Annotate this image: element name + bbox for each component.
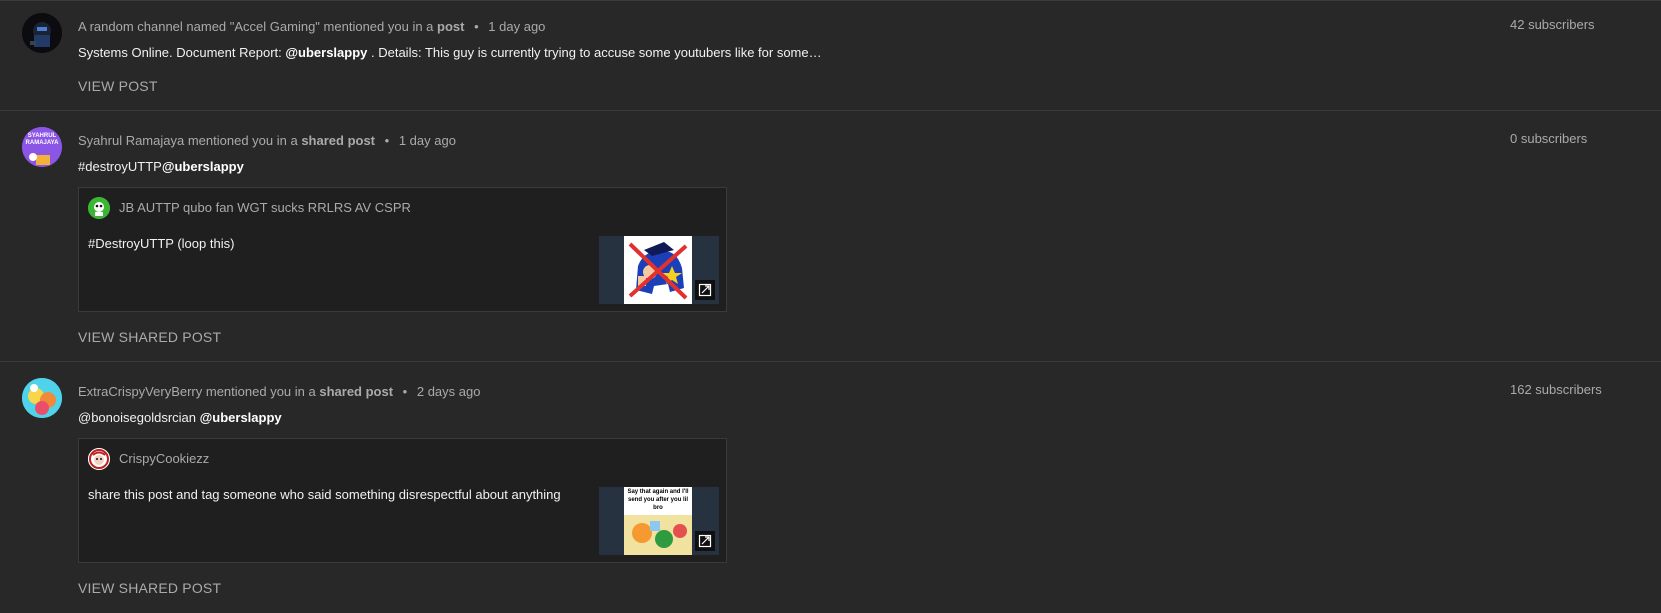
channel-avatar[interactable]: SYAHRUL RAMAJAYA [22, 127, 62, 167]
thumbnail-image [624, 236, 692, 304]
notification-target[interactable]: post [437, 19, 464, 34]
subscriber-count: 162 subscribers [1510, 382, 1602, 397]
mention-link[interactable]: @uberslappy [200, 410, 282, 425]
avatar-text: SYAHRUL RAMAJAYA [25, 133, 59, 146]
notification-meta: A random channel named "Accel Gaming" me… [78, 19, 545, 34]
shared-post-text: share this post and tag someone who said… [88, 487, 561, 502]
notification-body: @bonoisegoldsrcian @uberslappy [78, 410, 282, 425]
shared-post-text: #DestroyUTTP (loop this) [88, 236, 235, 251]
shared-post-card[interactable]: CrispyCookiezz share this post and tag s… [78, 438, 727, 563]
notification-time: 1 day ago [398, 133, 456, 148]
body-text-after: . Details: This guy is currently trying … [367, 45, 822, 60]
shared-post-author[interactable]: CrispyCookiezz [119, 451, 209, 466]
subscriber-count: 0 subscribers [1510, 131, 1588, 146]
shared-post-thumbnail[interactable] [599, 236, 719, 304]
channel-avatar[interactable] [22, 13, 62, 53]
shared-post-card[interactable]: JB AUTTP qubo fan WGT sucks RRLRS AV CSP… [78, 187, 727, 312]
meta-separator: • [474, 19, 479, 34]
view-shared-post-button[interactable]: VIEW SHARED POST [78, 580, 221, 596]
body-text-before: Systems Online. Document Report: [78, 45, 286, 60]
notification-action: mentioned you in a [187, 133, 298, 148]
body-text-before[interactable]: @bonoisegoldsrcian [78, 410, 200, 425]
shared-post-author[interactable]: JB AUTTP qubo fan WGT sucks RRLRS AV CSP… [119, 200, 411, 215]
notification-item[interactable]: SYAHRUL RAMAJAYA Syahrul Ramajaya mentio… [0, 110, 1661, 361]
shared-post-thumbnail[interactable]: Say that again and I'll send you after y… [599, 487, 719, 555]
notification-time: 2 days ago [416, 384, 481, 399]
notification-item[interactable]: ExtraCrispyVeryBerry mentioned you in a … [0, 361, 1661, 613]
notification-author[interactable]: ExtraCrispyVeryBerry [78, 384, 202, 399]
view-shared-post-button[interactable]: VIEW SHARED POST [78, 329, 221, 345]
channel-avatar[interactable] [22, 378, 62, 418]
notification-item[interactable]: A random channel named "Accel Gaming" me… [0, 0, 1661, 110]
view-post-button[interactable]: VIEW POST [78, 78, 158, 94]
notification-meta: ExtraCrispyVeryBerry mentioned you in a … [78, 384, 480, 399]
notification-author[interactable]: Syahrul Ramajaya [78, 133, 184, 148]
meta-separator: • [402, 384, 408, 399]
mention-link[interactable]: @uberslappy [285, 45, 367, 60]
shared-author-avatar[interactable] [88, 448, 110, 470]
notification-body: Systems Online. Document Report: @ubersl… [78, 45, 822, 60]
notification-action: mentioned you in a [323, 19, 434, 34]
meta-separator: • [384, 133, 390, 148]
mention-link[interactable]: @uberslappy [162, 159, 244, 174]
notification-time: 1 day ago [488, 19, 546, 34]
notification-author[interactable]: A random channel named "Accel Gaming" [78, 19, 320, 34]
notification-body: #destroyUTTP@uberslappy [78, 159, 244, 174]
notification-meta: Syahrul Ramajaya mentioned you in a shar… [78, 133, 456, 148]
thumbnail-image: Say that again and I'll send you after y… [624, 487, 692, 555]
thumbnail-caption: Say that again and I'll send you after y… [627, 489, 689, 511]
subscriber-count: 42 subscribers [1510, 17, 1595, 32]
shared-author-avatar[interactable] [88, 197, 110, 219]
notification-target[interactable]: shared post [319, 384, 393, 399]
open-external-icon[interactable] [695, 280, 715, 300]
notification-action: mentioned you in a [205, 384, 316, 399]
notification-target[interactable]: shared post [301, 133, 375, 148]
open-external-icon[interactable] [695, 531, 715, 551]
body-text-before: #destroyUTTP [78, 159, 162, 174]
